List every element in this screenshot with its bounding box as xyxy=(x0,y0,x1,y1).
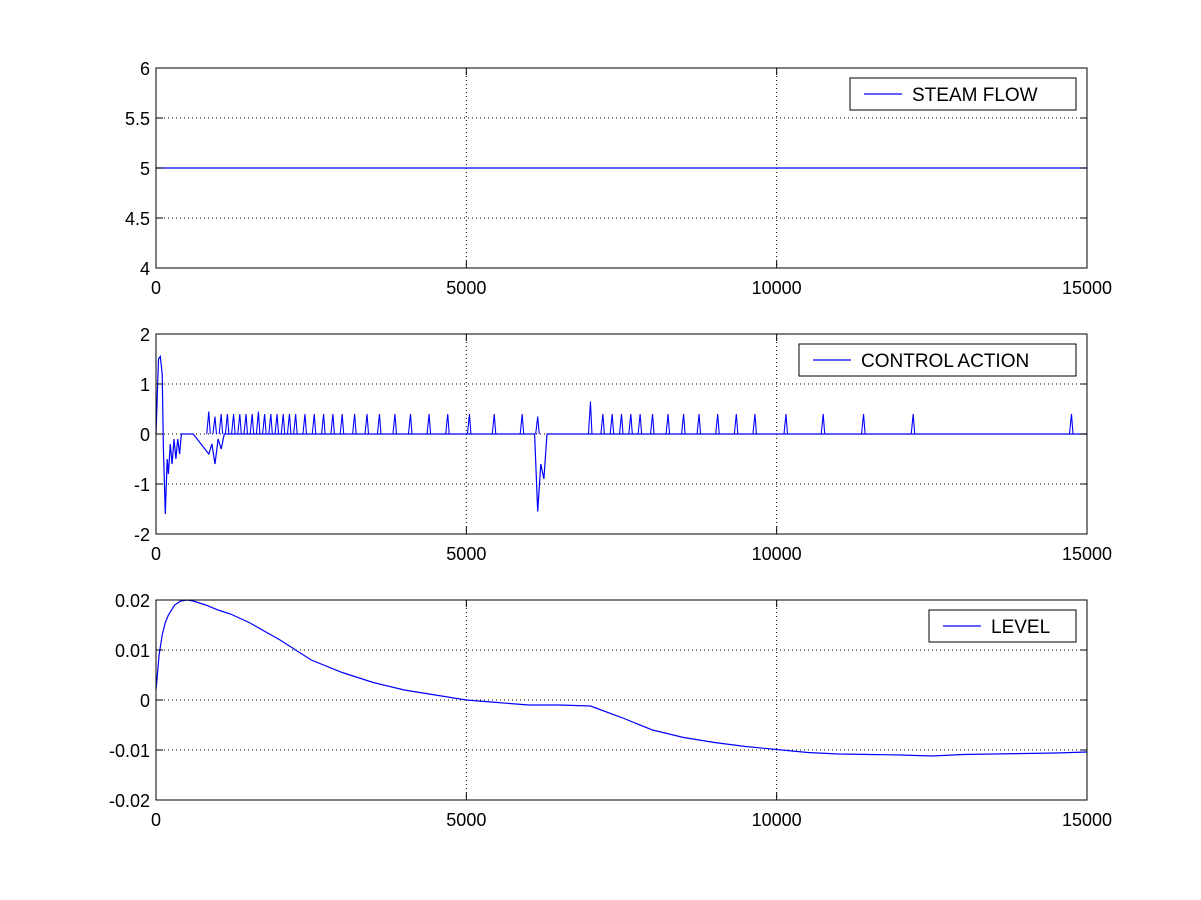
x-tick-label: 15000 xyxy=(1062,544,1112,564)
y-tick-label: -0.02 xyxy=(109,791,150,811)
y-tick-label: 0 xyxy=(140,691,150,711)
y-tick-label: 0.02 xyxy=(115,591,150,611)
y-tick-label: -1 xyxy=(134,475,150,495)
y-tick-label: 4 xyxy=(140,259,150,279)
subplot-3: 0 5000 10000 15000 -0.02 -0.01 0 0.01 0.02 LEVEL xyxy=(109,591,1112,830)
x-tick-label: 0 xyxy=(151,544,161,564)
legend-label: CONTROL ACTION xyxy=(861,351,1029,372)
y-tick-label: 6 xyxy=(140,59,150,79)
y-tick-label: 1 xyxy=(140,375,150,395)
y-tick-label: 5 xyxy=(140,159,150,179)
x-tick-label: 0 xyxy=(151,278,161,298)
x-tick-label: 10000 xyxy=(752,278,802,298)
x-tick-label: 0 xyxy=(151,810,161,830)
subplot-1: 0 5000 10000 15000 4 4.5 5 5.5 6 STEAM FLOW xyxy=(125,59,1112,298)
x-tick-label: 5000 xyxy=(446,278,486,298)
y-tick-label: 5.5 xyxy=(125,109,150,129)
legend-label: LEVEL xyxy=(991,617,1050,638)
subplot-2: 0 5000 10000 15000 -2 -1 0 1 2 CONTROL ACTION xyxy=(134,325,1112,564)
x-tick-label: 10000 xyxy=(752,544,802,564)
y-tick-label: 0 xyxy=(140,425,150,445)
x-tick-label: 15000 xyxy=(1062,278,1112,298)
y-tick-label: 4.5 xyxy=(125,209,150,229)
x-tick-label: 5000 xyxy=(446,544,486,564)
legend: STEAM FLOW xyxy=(849,77,1077,111)
x-tick-label: 5000 xyxy=(446,810,486,830)
legend-label: STEAM FLOW xyxy=(912,85,1038,106)
x-tick-label: 10000 xyxy=(752,810,802,830)
y-tick-label: -0.01 xyxy=(109,741,150,761)
legend: LEVEL xyxy=(928,609,1077,643)
figure: 0 5000 10000 1500044.555.56STEAM FLOW0 5000 1… xyxy=(109,59,1112,830)
y-tick-label: 0.01 xyxy=(115,641,150,661)
y-tick-label: -2 xyxy=(134,525,150,545)
y-tick-label: 2 xyxy=(140,325,150,345)
legend: CONTROL ACTION xyxy=(798,343,1077,377)
x-tick-label: 15000 xyxy=(1062,810,1112,830)
